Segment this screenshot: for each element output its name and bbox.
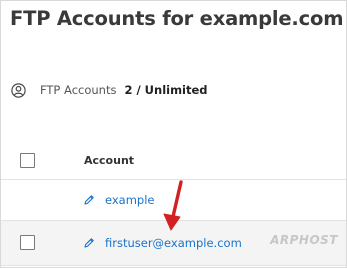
select-all-checkbox[interactable] [20, 153, 35, 168]
account-link[interactable]: firstuser@example.com [83, 236, 242, 250]
quota-value: 2 / Unlimited [124, 83, 208, 97]
account-link[interactable]: example [83, 193, 155, 207]
ftp-accounts-panel: FTP Accounts for example.com FTP Account… [0, 0, 347, 268]
table-header-row: Account [1, 141, 346, 180]
pencil-icon [83, 237, 95, 249]
row-checkbox[interactable] [20, 235, 35, 250]
page-title: FTP Accounts for example.com [10, 7, 344, 30]
column-header-account: Account [84, 154, 135, 167]
pencil-icon [83, 194, 95, 206]
user-circle-icon [11, 82, 26, 98]
ftp-quota: FTP Accounts 2 / Unlimited [11, 81, 208, 99]
red-arrow-icon [163, 180, 183, 231]
account-name: firstuser@example.com [105, 236, 242, 250]
account-name: example [105, 193, 155, 207]
quota-label: FTP Accounts [40, 83, 117, 97]
watermark-logo: ARPHOST [270, 233, 338, 247]
